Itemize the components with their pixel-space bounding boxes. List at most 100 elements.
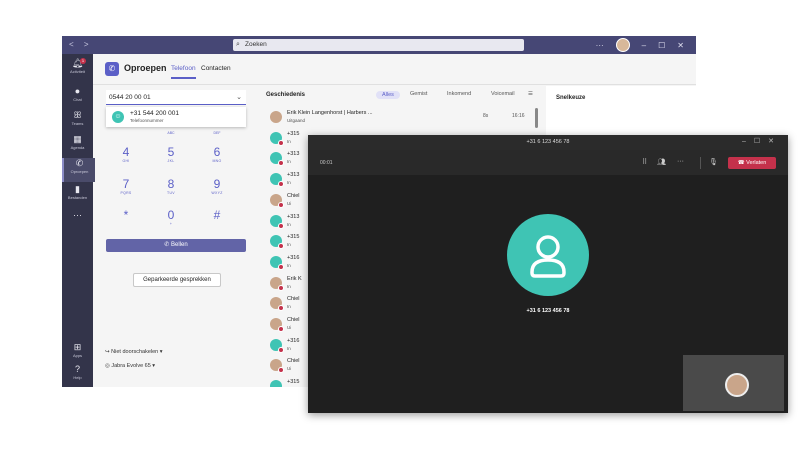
call-forwarding-option[interactable]: ↪ Niet doorschakelen ▾: [105, 349, 163, 355]
missed-indicator: [278, 139, 284, 146]
history-name: Chiel: [287, 358, 300, 365]
dial-key-7[interactable]: 7 PQRS: [106, 178, 146, 196]
call-timer: 00:01: [320, 160, 333, 166]
more-icon[interactable]: ···: [677, 158, 684, 165]
profile-avatar[interactable]: [615, 38, 630, 52]
missed-indicator: [278, 305, 284, 312]
close-button[interactable]: ✕: [677, 41, 684, 50]
missed-indicator: [278, 181, 284, 188]
filter-icon[interactable]: ☰: [528, 91, 533, 97]
nav-arrows[interactable]: < >: [69, 40, 93, 49]
rail-label: Apps: [72, 353, 83, 358]
filter-inkomend[interactable]: Inkomend: [447, 91, 471, 97]
hangup-icon: ☎: [737, 160, 747, 166]
phone-number-input[interactable]: 0544 20 00 01 ⌄: [106, 90, 246, 105]
rail-item-calendar[interactable]: ▦ Agenda: [62, 134, 93, 158]
dial-key-hash[interactable]: #: [197, 209, 237, 222]
history-direction: In: [287, 180, 291, 186]
dial-key-star[interactable]: *: [106, 209, 146, 222]
app-header: ✆ Oproepen Telefoon Contacten: [93, 54, 696, 85]
rail-label: Agenda: [70, 145, 85, 150]
dialpad-icon[interactable]: ⠿: [642, 158, 647, 166]
caret-down-icon: ▾: [158, 349, 163, 355]
history-time: 16:16: [512, 113, 525, 119]
callee-number: +31 6 123 456 78: [526, 308, 570, 314]
call-window-title: +31 6 123 456 78: [526, 139, 570, 145]
rail-label: Teams: [71, 121, 84, 126]
dial-key-4[interactable]: 4 GHI: [106, 146, 146, 164]
people-icon[interactable]: 👥︎: [657, 158, 666, 166]
maximize-button[interactable]: ☐: [658, 41, 665, 50]
rail-item-teams[interactable]: ꕥ Teams: [62, 110, 93, 134]
rail-item-apps[interactable]: ⊞ Apps: [62, 342, 93, 366]
rail-item-more[interactable]: ···: [62, 210, 93, 234]
rail-label: Bestanden: [67, 195, 88, 200]
phone-icon: ✆: [75, 158, 84, 168]
leave-button[interactable]: ☎ Verlaten: [728, 157, 776, 169]
history-name: +313: [287, 151, 300, 158]
history-direction: In: [287, 345, 291, 351]
callee-avatar: [507, 214, 589, 296]
person-icon: ☺: [112, 111, 124, 123]
dial-key-0[interactable]: 0 +: [151, 209, 191, 227]
history-name: Chiel: [287, 296, 300, 303]
teams-icon: ꕥ: [73, 110, 82, 120]
title-bar: < > ⌕ Zoeken ··· – ☐ ✕: [62, 36, 696, 54]
contact-avatar: [270, 111, 282, 123]
more-options-button[interactable]: ···: [596, 41, 604, 50]
app-rail: 🔔︎ 1 Activiteit ● Chat ꕥ Teams ▦ Agenda …: [62, 54, 95, 387]
search-input[interactable]: ⌕ Zoeken: [233, 39, 524, 51]
scrollbar[interactable]: [535, 108, 538, 128]
dial-key-6[interactable]: 6 MNO: [197, 146, 237, 164]
minimize-button[interactable]: –: [642, 41, 646, 50]
dial-key-9[interactable]: 9 WXYZ: [197, 178, 237, 196]
filter-voicemail[interactable]: Voicemail: [491, 91, 515, 97]
rail-item-chat[interactable]: ● Chat: [62, 86, 93, 110]
history-direction: In: [287, 242, 291, 248]
self-view[interactable]: [683, 355, 784, 411]
history-duration: 8s: [483, 113, 489, 119]
parked-calls-button[interactable]: Geparkeerde gesprekken: [133, 273, 221, 287]
history-name: +316: [287, 337, 300, 344]
rail-item-activity[interactable]: 🔔︎ 1 Activiteit: [62, 58, 93, 82]
history-name: Erik Klein Langenhorst | Harbers ...: [287, 110, 373, 116]
tab-contacten[interactable]: Contacten: [201, 65, 231, 72]
history-name: Chiel: [287, 317, 300, 323]
missed-indicator: [278, 263, 284, 270]
filter-gemist[interactable]: Gemist: [410, 91, 427, 97]
missed-indicator: [278, 201, 284, 208]
rail-item-help[interactable]: ? Help: [62, 364, 93, 387]
audio-device-option[interactable]: ◎ Jabra Evolve 65 ▾: [105, 363, 155, 369]
dial-key-5[interactable]: 5 JKL: [151, 146, 191, 164]
chat-icon: ●: [74, 86, 81, 96]
history-name: +315: [287, 130, 300, 137]
history-name: +313: [287, 213, 300, 220]
number-suggestion[interactable]: ☺ +31 544 200 001 Telefoonnummer: [106, 107, 246, 127]
call-button[interactable]: ✆ Bellen: [106, 239, 246, 252]
history-title: Geschiedenis: [266, 92, 306, 98]
dial-key-8[interactable]: 8 TUV: [151, 178, 191, 196]
history-name: Chiel: [287, 192, 300, 199]
chevron-down-icon[interactable]: ⌄: [236, 93, 242, 101]
rail-item-calls[interactable]: ✆ Oproepen: [62, 158, 95, 182]
history-direction: In: [287, 221, 291, 227]
call-window-controls[interactable]: –☐✕: [742, 137, 782, 145]
suggestion-label: Telefoonnummer: [130, 118, 164, 123]
rail-item-files[interactable]: ▮ Bestanden: [62, 184, 93, 208]
search-placeholder: Zoeken: [245, 41, 267, 48]
call-title-bar: +31 6 123 456 78 –☐✕: [308, 135, 788, 150]
tab-telefoon[interactable]: Telefoon: [171, 65, 196, 79]
forwarding-label: Niet doorschakelen: [111, 349, 159, 355]
microphone-icon[interactable]: 🎙︎: [709, 158, 718, 166]
bell-icon: 🔔︎: [71, 58, 84, 68]
notification-badge: 1: [80, 58, 86, 64]
history-row[interactable]: Erik Klein Langenhorst | Harbers ... Uitg…: [270, 108, 535, 128]
history-name: +316: [287, 254, 300, 261]
history-name: +313: [287, 172, 300, 179]
call-controls-bar: 00:01 ⠿ 👥︎ ··· 🎙︎ ☎ Verlaten: [308, 150, 788, 175]
history-name: +315: [287, 234, 300, 241]
filter-alles[interactable]: Alles: [376, 91, 400, 99]
missed-indicator: [278, 160, 284, 167]
history-direction: In: [287, 304, 291, 310]
phone-icon: ✆: [164, 242, 171, 248]
